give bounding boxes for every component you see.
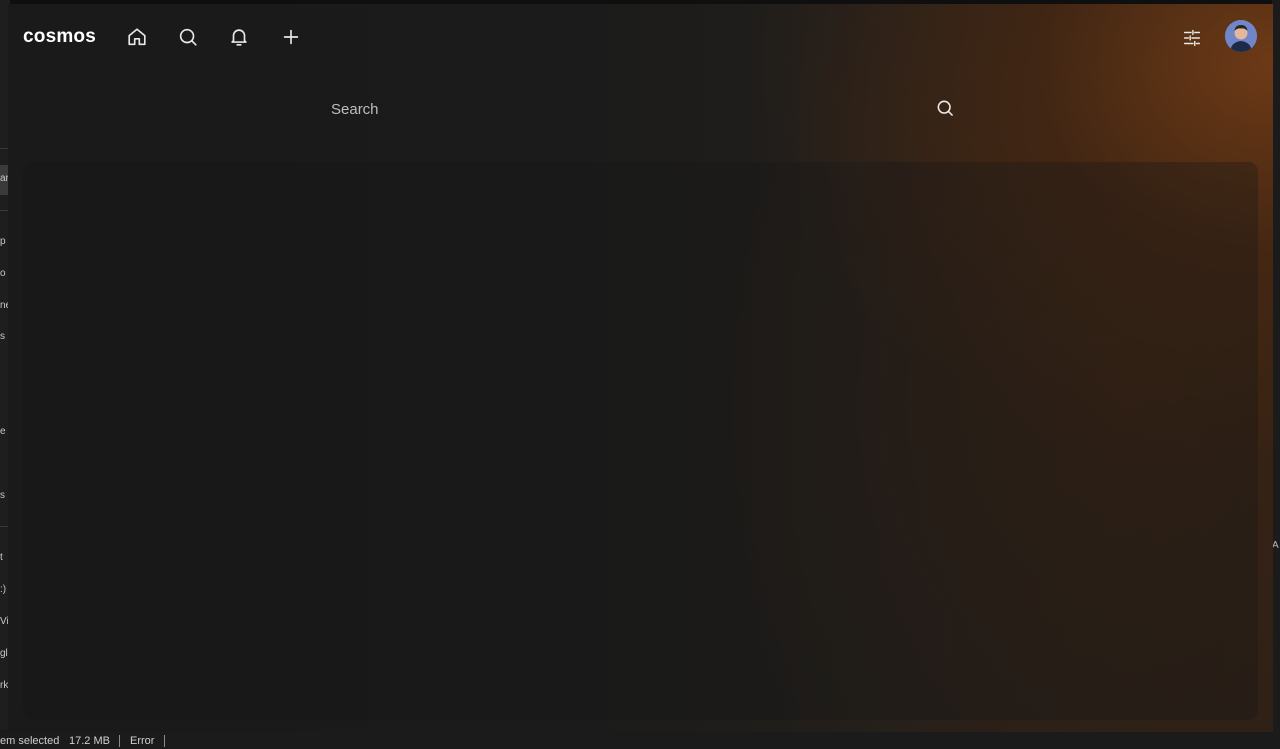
search-icon bbox=[179, 28, 197, 46]
status-error: Error bbox=[130, 735, 155, 747]
search-bar bbox=[313, 90, 963, 128]
notifications-button[interactable] bbox=[226, 24, 252, 50]
status-separator bbox=[164, 735, 165, 747]
cosmos-app-window: cosmos bbox=[8, 4, 1273, 732]
search-submit-button[interactable] bbox=[933, 96, 957, 120]
status-selection: em selected bbox=[0, 735, 60, 747]
status-separator bbox=[119, 735, 120, 747]
sliders-icon bbox=[1183, 29, 1201, 47]
background-window-right-edge: A bbox=[1272, 0, 1280, 749]
status-size: 17.2 MB bbox=[69, 735, 110, 747]
search-nav-button[interactable] bbox=[175, 24, 201, 50]
search-input[interactable] bbox=[313, 90, 943, 128]
brand-logo[interactable]: cosmos bbox=[23, 26, 96, 48]
home-button[interactable] bbox=[124, 24, 150, 50]
avatar-image bbox=[1225, 20, 1257, 52]
plus-icon bbox=[283, 29, 299, 45]
results-panel bbox=[23, 162, 1258, 720]
filters-button[interactable] bbox=[1178, 24, 1206, 52]
user-avatar[interactable] bbox=[1225, 20, 1257, 52]
create-button[interactable] bbox=[278, 24, 304, 50]
right-edge-fragment: A bbox=[1272, 540, 1279, 551]
search-icon bbox=[937, 100, 953, 116]
top-header: cosmos bbox=[8, 4, 1273, 72]
bell-icon bbox=[231, 29, 247, 46]
background-status-bar: em selected 17.2 MB Error bbox=[0, 729, 1280, 749]
home-icon bbox=[128, 28, 146, 46]
